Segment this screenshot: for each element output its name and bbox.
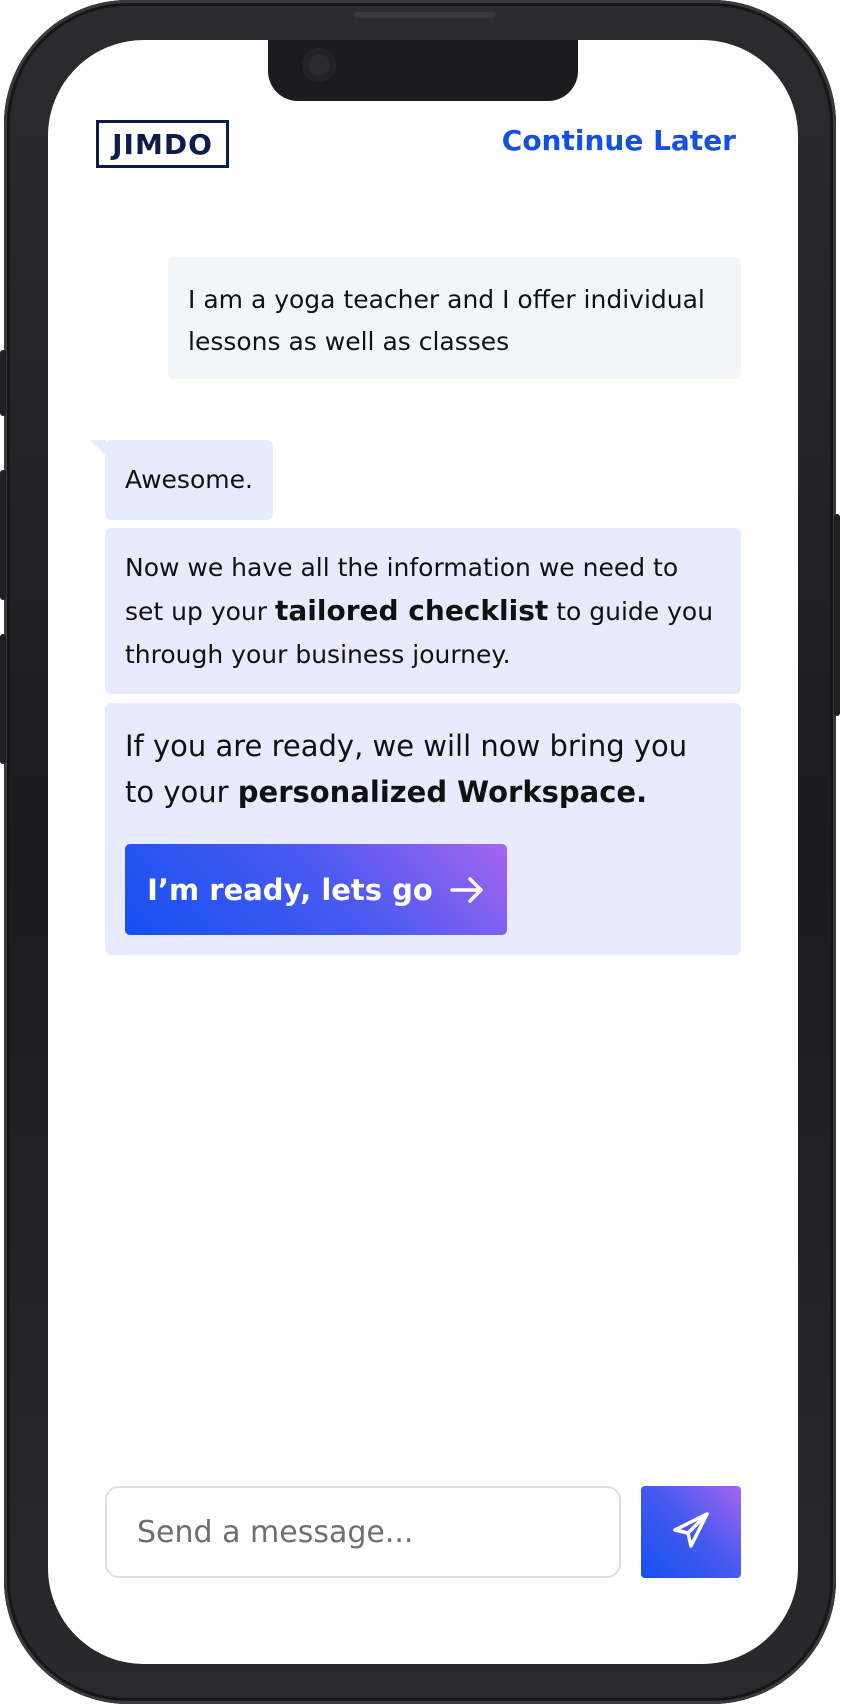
paper-plane-icon xyxy=(671,1510,711,1554)
user-message: I am a yoga teacher and I offer individu… xyxy=(168,257,741,379)
bot-message-checklist: Now we have all the information we need … xyxy=(105,528,741,694)
logo-text: JIMDO xyxy=(112,127,213,161)
camera-icon xyxy=(302,48,336,82)
bot-message-workspace: If you are ready, we will now bring you … xyxy=(105,703,741,955)
user-message-text: I am a yoga teacher and I offer individu… xyxy=(188,285,705,356)
jimdo-logo[interactable]: JIMDO xyxy=(96,120,229,168)
ready-button-label: I’m ready, lets go xyxy=(147,872,433,907)
phone-frame: JIMDO Continue Later I am a yoga teacher… xyxy=(0,0,840,1704)
bot-message-highlight: tailored checklist xyxy=(274,594,549,627)
bot-message-awesome: Awesome. xyxy=(105,440,273,520)
ready-button[interactable]: I’m ready, lets go xyxy=(125,844,507,935)
continue-later-link[interactable]: Continue Later xyxy=(502,124,736,157)
send-button[interactable] xyxy=(641,1486,741,1578)
bot-message-tail xyxy=(90,440,106,456)
bot-message-highlight: personalized Workspace. xyxy=(237,775,648,809)
mute-switch xyxy=(0,350,6,416)
speaker-grille xyxy=(354,12,496,18)
volume-up-button xyxy=(0,470,6,600)
power-button xyxy=(834,514,840,716)
arrow-right-icon xyxy=(449,876,485,904)
bot-message-text: Awesome. xyxy=(125,465,253,494)
app-screen: JIMDO Continue Later I am a yoga teacher… xyxy=(48,40,798,1664)
notch xyxy=(268,40,578,101)
volume-down-button xyxy=(0,634,6,764)
message-input[interactable] xyxy=(105,1486,621,1578)
